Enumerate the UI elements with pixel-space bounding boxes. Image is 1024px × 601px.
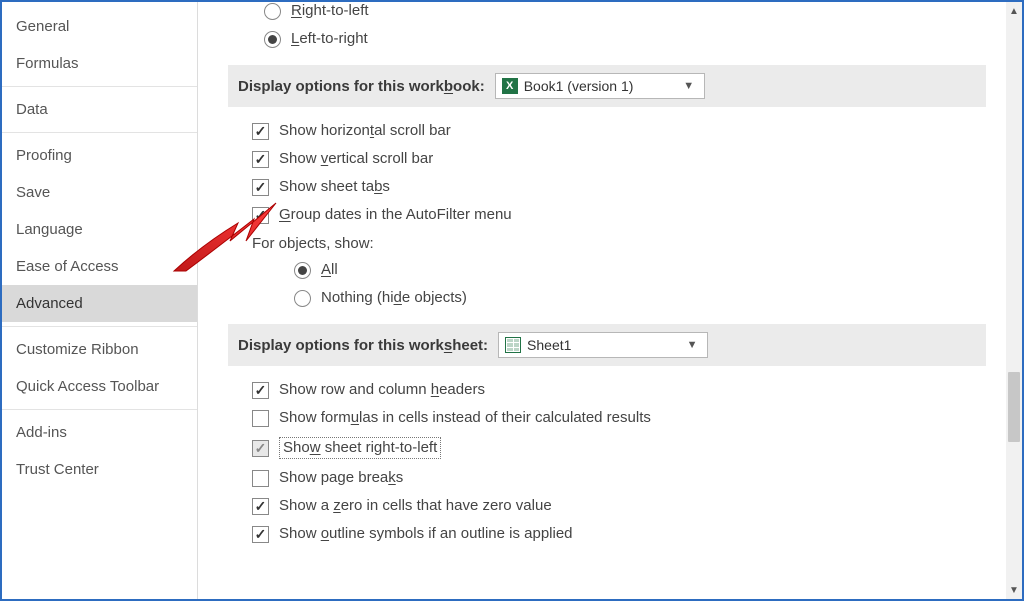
scrollbar-thumb[interactable] [1008, 372, 1020, 442]
checkbox-icon [252, 123, 269, 140]
sidebar-item-general[interactable]: General [2, 8, 197, 45]
radio-icon [294, 262, 311, 279]
sidebar-separator [2, 132, 197, 133]
checkbox-icon [252, 410, 269, 427]
worksheet-select[interactable]: Sheet1 ▼ [498, 332, 708, 358]
advanced-options-pane: Right-to-left Left-to-right Display opti… [198, 2, 1006, 599]
section-title: Display options for this worksheet: [238, 337, 488, 354]
checkbox-icon [252, 526, 269, 543]
check-row-column-headers[interactable]: Show row and column headers [234, 376, 986, 404]
checkbox-icon [252, 440, 269, 457]
chevron-down-icon: ▼ [680, 80, 698, 92]
checkbox-label: Show horizontal scroll bar [279, 122, 451, 140]
radio-label: Left-to-right [291, 30, 368, 48]
checkbox-label: Show sheet tabs [279, 178, 390, 196]
radio-label: Right-to-left [291, 2, 369, 20]
check-sheet-rtl[interactable]: Show sheet right-to-left [234, 432, 986, 464]
checkbox-label: Group dates in the AutoFilter menu [279, 206, 512, 224]
sidebar-item-ease-of-access[interactable]: Ease of Access [2, 248, 197, 285]
checkbox-label: Show page breaks [279, 469, 403, 487]
checkbox-icon [252, 470, 269, 487]
scroll-up-icon[interactable]: ▲ [1006, 2, 1022, 20]
sidebar-item-advanced[interactable]: Advanced [2, 285, 197, 322]
vertical-scrollbar[interactable]: ▲ ▼ [1006, 2, 1022, 599]
checkbox-label: Show a zero in cells that have zero valu… [279, 497, 552, 515]
checkbox-label: Show sheet right-to-left [279, 437, 441, 459]
checkbox-icon [252, 498, 269, 515]
checkbox-icon [252, 179, 269, 196]
section-title: Display options for this workbook: [238, 78, 485, 95]
sidebar-item-customize-ribbon[interactable]: Customize Ribbon [2, 331, 197, 368]
radio-label: Nothing (hide objects) [321, 289, 467, 307]
sidebar-item-add-ins[interactable]: Add-ins [2, 414, 197, 451]
sidebar-item-proofing[interactable]: Proofing [2, 137, 197, 174]
workbook-select-value: Book1 (version 1) [524, 78, 634, 94]
check-sheet-tabs[interactable]: Show sheet tabs [234, 173, 986, 201]
sidebar-item-data[interactable]: Data [2, 91, 197, 128]
checkbox-label: Show formulas in cells instead of their … [279, 409, 651, 427]
workbook-select[interactable]: X Book1 (version 1) ▼ [495, 73, 705, 99]
objects-show-label: For objects, show: [234, 229, 986, 256]
check-vertical-scrollbar[interactable]: Show vertical scroll bar [234, 145, 986, 173]
sidebar-separator [2, 326, 197, 327]
check-page-breaks[interactable]: Show page breaks [234, 464, 986, 492]
sidebar-item-formulas[interactable]: Formulas [2, 45, 197, 82]
checkbox-label: Show row and column headers [279, 381, 485, 399]
workbook-display-section-header: Display options for this workbook: X Boo… [228, 65, 986, 107]
sidebar-item-save[interactable]: Save [2, 174, 197, 211]
check-group-dates-autofilter[interactable]: Group dates in the AutoFilter menu [234, 201, 986, 229]
check-show-formulas[interactable]: Show formulas in cells instead of their … [234, 404, 986, 432]
check-show-zero[interactable]: Show a zero in cells that have zero valu… [234, 492, 986, 520]
checkbox-icon [252, 151, 269, 168]
direction-rtl-row[interactable]: Right-to-left [234, 2, 986, 25]
sidebar-item-language[interactable]: Language [2, 211, 197, 248]
sidebar-separator [2, 86, 197, 87]
scroll-down-icon[interactable]: ▼ [1006, 581, 1022, 599]
radio-icon [294, 290, 311, 307]
sidebar-item-trust-center[interactable]: Trust Center [2, 451, 197, 488]
checkbox-label: Show outline symbols if an outline is ap… [279, 525, 573, 543]
radio-label: All [321, 261, 338, 279]
direction-ltr-row[interactable]: Left-to-right [234, 25, 986, 53]
check-horizontal-scrollbar[interactable]: Show horizontal scroll bar [234, 117, 986, 145]
chevron-down-icon: ▼ [683, 339, 701, 351]
options-sidebar: General Formulas Data Proofing Save Lang… [2, 2, 198, 599]
check-outline-symbols[interactable]: Show outline symbols if an outline is ap… [234, 520, 986, 548]
worksheet-select-value: Sheet1 [527, 337, 571, 353]
objects-show-all[interactable]: All [234, 256, 986, 284]
checkbox-label: Show vertical scroll bar [279, 150, 433, 168]
sidebar-item-quick-access-toolbar[interactable]: Quick Access Toolbar [2, 368, 197, 405]
radio-icon [264, 3, 281, 20]
sheet-icon [505, 337, 521, 353]
objects-show-nothing[interactable]: Nothing (hide objects) [234, 284, 986, 312]
radio-icon [264, 31, 281, 48]
sidebar-separator [2, 409, 197, 410]
checkbox-icon [252, 207, 269, 224]
excel-icon: X [502, 78, 518, 94]
worksheet-display-section-header: Display options for this worksheet: Shee… [228, 324, 986, 366]
checkbox-icon [252, 382, 269, 399]
